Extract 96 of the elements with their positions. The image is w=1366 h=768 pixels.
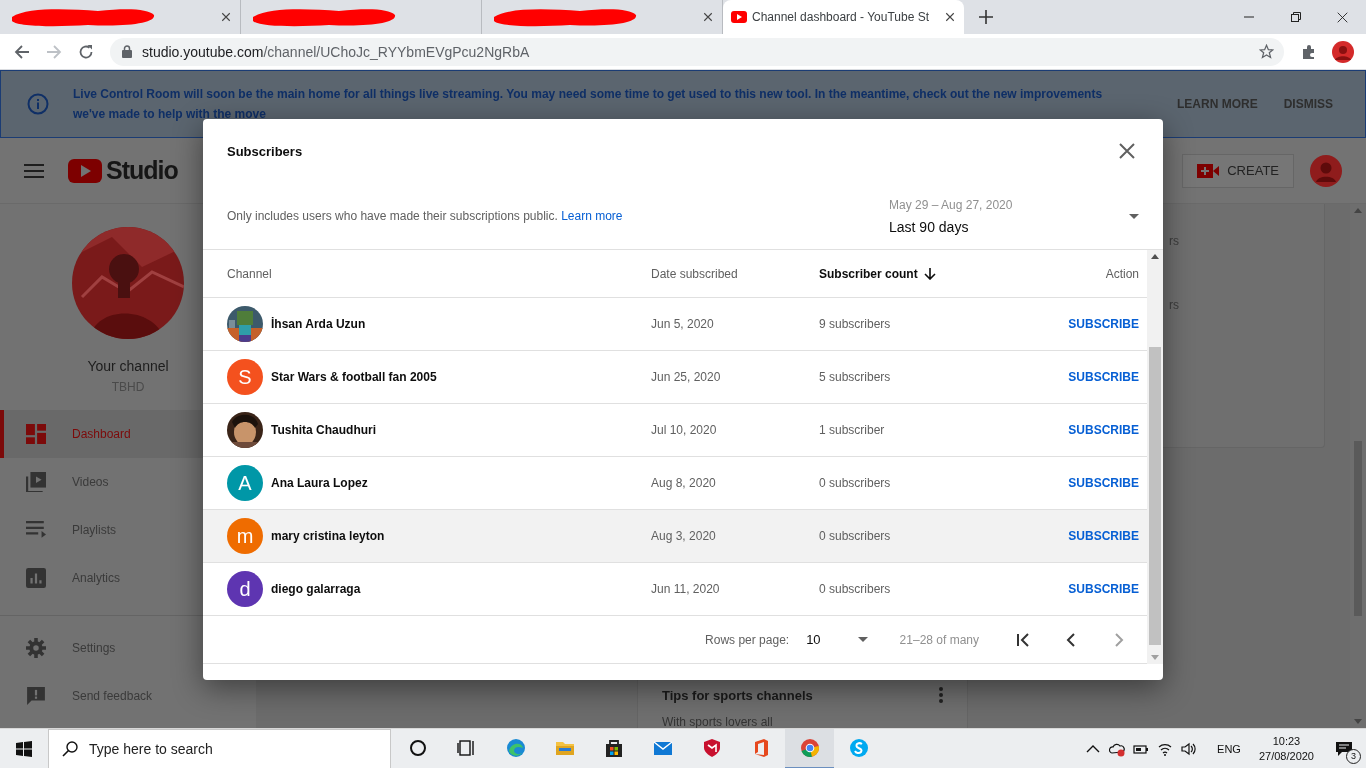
close-icon [1337, 11, 1348, 23]
address-bar[interactable]: studio.youtube.com/channel/UChoJc_RYYbmEVgPcu2NgRbA [110, 37, 1284, 66]
cortana-icon[interactable] [407, 737, 428, 758]
channel-name: Ana Laura Lopez [271, 476, 368, 490]
channel-name: Tushita Chaudhuri [271, 423, 377, 437]
scrollbar-thumb[interactable] [1149, 347, 1161, 645]
speaker-icon[interactable] [1181, 740, 1198, 757]
count-cell-text: 0 subscribers [819, 529, 892, 543]
subscribe-button[interactable]: SUBSCRIBE [1068, 419, 1139, 441]
avatar: d [227, 571, 263, 607]
column-header: Channel [227, 266, 273, 281]
caret-icon[interactable] [1129, 213, 1139, 219]
create-button[interactable]: CREATE [1182, 153, 1294, 188]
menu-icon[interactable] [24, 163, 44, 178]
search-icon [62, 740, 78, 757]
channel-name: İhsan Arda Uzun [271, 317, 366, 331]
search-field[interactable]: Type here to search [48, 728, 391, 768]
avatar: S [227, 359, 263, 395]
scroll-down-arrow [1151, 655, 1159, 660]
date-cell-text: Jun 25, 2020 [651, 370, 722, 384]
url-text: studio.youtube.com/channel/UChoJc_RYYbmEVgPcu2NgRbA [142, 43, 531, 60]
dashboard-icon [26, 424, 46, 444]
subscribe-button[interactable]: SUBSCRIBE [1068, 472, 1139, 494]
windows-icon [16, 740, 32, 757]
date-cell-text: Aug 3, 2020 [651, 529, 717, 543]
task-view-icon[interactable] [456, 737, 477, 758]
video-icon [26, 472, 46, 492]
date-range-dropdown[interactable]: May 29 – Aug 27, 2020 Last 90 days [889, 191, 1139, 241]
browser-icon[interactable] [505, 737, 526, 758]
puzzle-icon [1301, 43, 1317, 60]
language-indicator[interactable]: ENG [1207, 742, 1251, 755]
shield-icon[interactable] [701, 737, 722, 758]
bar-chart-icon [26, 568, 46, 588]
caret-icon[interactable] [857, 637, 868, 642]
learn-more-link[interactable]: Learn more [561, 209, 623, 223]
subscribe-button[interactable]: SUBSCRIBE [1068, 313, 1139, 335]
notification-icon[interactable] [1335, 740, 1353, 757]
date-cell-text: Jul 10, 2020 [651, 423, 718, 437]
close-icon [1119, 143, 1135, 159]
browser-tab[interactable]: Channel dashboard - YouTube St [723, 0, 964, 34]
clock-time[interactable]: 10:23 [1272, 733, 1301, 749]
channel-label: Your channel [87, 358, 169, 374]
channel-name: Star Wars & football fan 2005 [271, 370, 437, 384]
date-cell-text: Jun 11, 2020 [651, 582, 721, 596]
card-title: Tips for sports channels [662, 687, 814, 703]
count-cell-text: 1 subscriber [819, 423, 886, 437]
playlist-icon [26, 520, 46, 540]
scroll-up-arrow [1354, 208, 1362, 213]
count-cell-text: 0 subscribers [819, 582, 892, 596]
lock-icon [122, 45, 132, 58]
subscribe-button[interactable]: SUBSCRIBE [1068, 366, 1139, 388]
clock-date[interactable]: 27/08/2020 [1258, 748, 1314, 764]
count-cell-text: 9 subscribers [819, 317, 892, 331]
info-icon [27, 93, 49, 115]
subscribe-button[interactable]: SUBSCRIBE [1068, 525, 1139, 547]
scroll-up-arrow [1151, 254, 1159, 259]
notification-count: 3 [1346, 748, 1361, 764]
count-cell-text: 0 subscribers [819, 476, 892, 490]
column-header: Date subscribed [651, 266, 739, 281]
info-note: Only includes users who have made their subscriptions public. Learn more [227, 209, 624, 223]
logo-icon [68, 158, 102, 183]
sort-down-icon[interactable] [923, 267, 936, 280]
banner-message: Live Control Room will soon be the main home for all things live streaming. You may need some time to get used to this new tool. In the meantime, check out the new improvements we've made to help with the move [73, 86, 1104, 123]
plus-icon [979, 10, 993, 24]
reload-icon [78, 43, 94, 60]
youtube-icon [731, 11, 747, 23]
store-icon[interactable] [603, 737, 624, 758]
channel-name: diego galarraga [271, 582, 361, 596]
back-arrow-icon [14, 43, 30, 60]
subscribe-button[interactable]: SUBSCRIBE [1068, 578, 1139, 600]
scroll-down-arrow [1354, 719, 1362, 724]
avatar-icon [1332, 40, 1354, 63]
logo-text: Studio [106, 156, 178, 185]
restore-icon [1290, 12, 1301, 22]
rows-per-page-label: Rows per page: [705, 632, 790, 647]
feedback-icon [26, 686, 46, 706]
chrome-icon[interactable] [799, 737, 820, 758]
camera-plus-icon [1197, 163, 1220, 178]
count-cell-text: 5 subscribers [819, 370, 892, 384]
more-icon[interactable] [939, 687, 943, 703]
avatar: m [227, 518, 263, 554]
dialog-title: Subscribers [227, 143, 304, 159]
avatar: A [227, 465, 263, 501]
forward-arrow-icon [46, 43, 62, 60]
rows-per-page-value[interactable]: 10 [806, 632, 821, 647]
date-cell-text: Jun 5, 2020 [651, 317, 715, 331]
column-header[interactable]: Subscriber count [819, 266, 918, 281]
channel-name: mary cristina leyton [271, 529, 385, 543]
chat-icon[interactable] [848, 737, 869, 758]
page-range: 21–28 of many [899, 632, 979, 647]
card-text: With sports lovers all [662, 716, 774, 728]
avatar-icon[interactable] [1310, 154, 1342, 187]
date-cell-text: Aug 8, 2020 [651, 476, 717, 490]
gear-icon [26, 638, 46, 658]
star-icon[interactable] [1259, 44, 1274, 59]
column-header: Action [1104, 266, 1139, 281]
